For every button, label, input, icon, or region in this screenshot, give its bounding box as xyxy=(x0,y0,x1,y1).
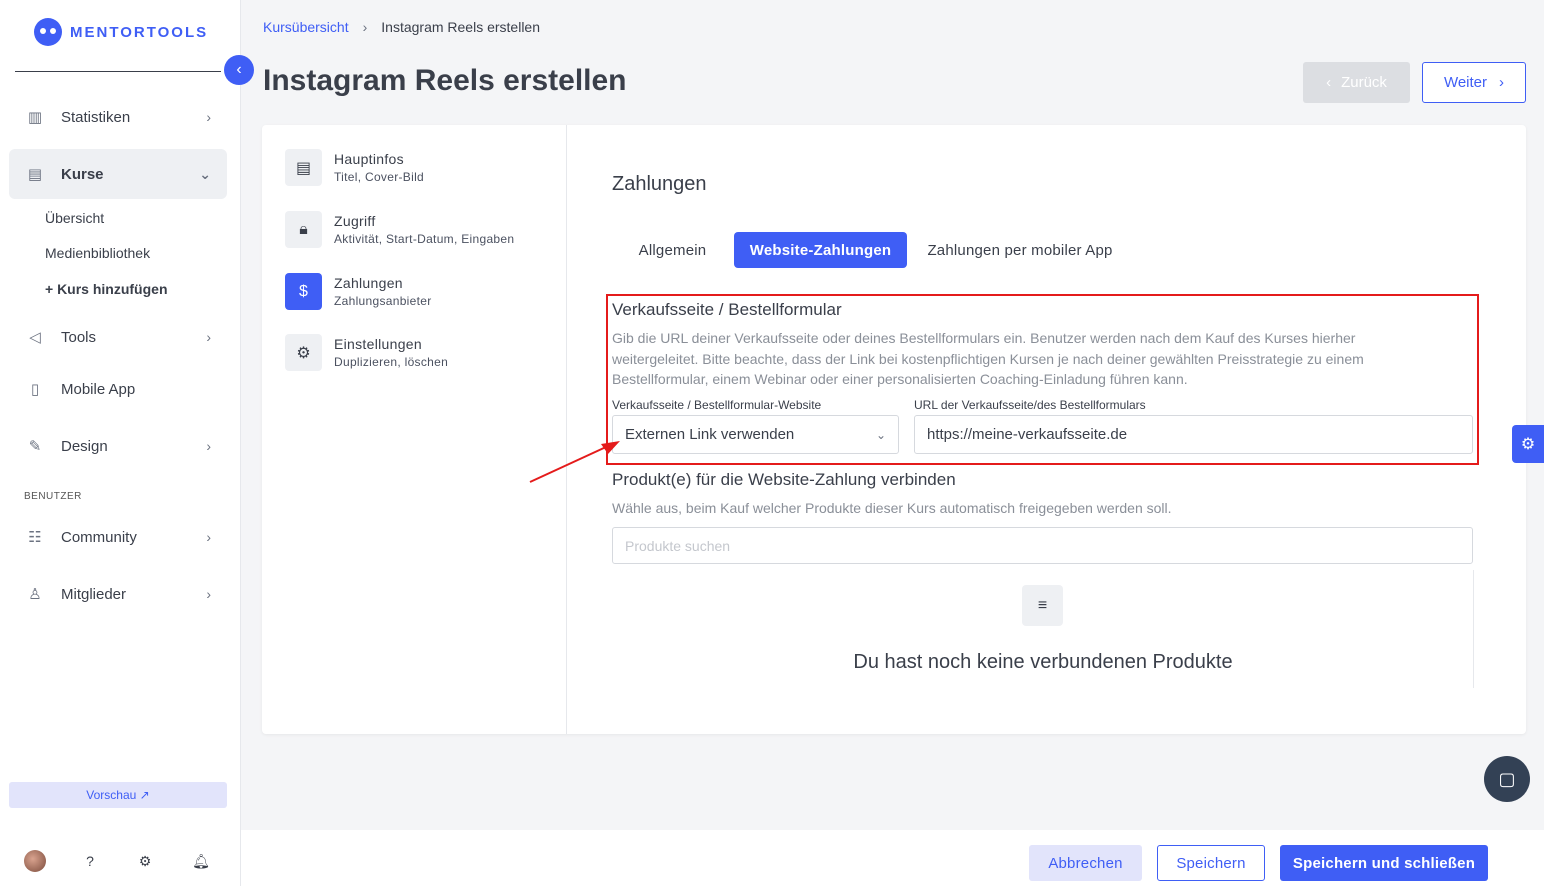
lock-icon: 🔒︎ xyxy=(285,211,322,248)
chevron-right-icon: › xyxy=(206,529,211,545)
user-icon: ♙ xyxy=(28,586,42,603)
divider xyxy=(15,71,221,72)
step-zugriff[interactable]: 🔒︎ Zugriff Aktivität, Start-Datum, Einga… xyxy=(285,211,514,248)
step-einstellungen[interactable]: ⚙ Einstellungen Duplizieren, löschen xyxy=(285,334,448,371)
chevron-right-icon: › xyxy=(1499,74,1505,91)
products-search-input[interactable]: Produkte suchen xyxy=(612,527,1473,564)
step-title: Einstellungen xyxy=(334,336,422,352)
sales-page-url-label: URL der Verkaufsseite/des Bestellformula… xyxy=(914,398,1146,412)
sidebar-item-label: Mobile App xyxy=(61,380,136,398)
sidebar-item-label: Tools xyxy=(61,328,97,346)
chevron-down-icon: ⌄ xyxy=(875,427,886,442)
sales-page-heading: Verkaufsseite / Bestellformular xyxy=(612,300,842,319)
next-button[interactable]: Weiter › xyxy=(1422,62,1526,103)
chevron-right-icon: › xyxy=(206,109,211,125)
sidebar: MENTORTOOLS ▥ Statistiken › ▤ Kurse ⌄ Üb… xyxy=(0,0,241,886)
chevron-right-icon: › xyxy=(206,438,211,454)
step-title: Zugriff xyxy=(334,213,376,229)
sidebar-subitem-kurs-hinzufuegen[interactable]: + Kurs hinzufügen xyxy=(45,281,168,297)
sidebar-item-label: Statistiken xyxy=(61,108,131,126)
chevron-right-icon: › xyxy=(206,586,211,602)
sidebar-item-label: Design xyxy=(61,437,108,455)
products-description: Wähle aus, beim Kauf welcher Produkte di… xyxy=(612,500,1172,516)
breadcrumb-parent[interactable]: Kursübersicht xyxy=(263,19,349,35)
dollar-icon: $ xyxy=(285,273,322,310)
phone-icon: ▯ xyxy=(30,381,40,398)
sales-page-url-input[interactable]: https://meine-verkaufsseite.de xyxy=(914,415,1473,454)
logo[interactable]: MENTORTOOLS xyxy=(34,18,208,46)
step-subtitle: Titel, Cover-Bild xyxy=(334,170,425,184)
bar-chart-icon: ▥ xyxy=(27,109,43,126)
save-button[interactable]: Speichern xyxy=(1157,845,1265,881)
back-button[interactable]: ‹ Zurück xyxy=(1303,62,1410,103)
chevron-down-icon: ⌄ xyxy=(199,165,211,182)
sales-page-select[interactable]: Externen Link verwenden ⌄ xyxy=(612,415,899,454)
sidebar-item-label: Mitglieder xyxy=(61,585,127,603)
next-button-label: Weiter xyxy=(1443,74,1488,91)
sidebar-subitem-uebersicht[interactable]: Übersicht xyxy=(45,210,104,226)
section-title: Zahlungen xyxy=(612,173,707,195)
logo-text: MENTORTOOLS xyxy=(70,23,209,41)
tab-zahlungen-mobile-app[interactable]: Zahlungen per mobiler App xyxy=(916,232,1124,268)
help-icon[interactable]: ? xyxy=(79,850,101,872)
megaphone-icon: ◁ xyxy=(29,329,41,346)
step-title: Zahlungen xyxy=(334,275,403,291)
sidebar-item-tools[interactable]: ◁ Tools › xyxy=(9,312,227,362)
chat-button[interactable]: ▢ xyxy=(1484,756,1530,802)
step-zahlungen[interactable]: $ Zahlungen Zahlungsanbieter xyxy=(285,273,432,310)
breadcrumb-current: Instagram Reels erstellen xyxy=(381,19,541,35)
sidebar-item-kurse[interactable]: ▤ Kurse ⌄ xyxy=(9,149,227,199)
sidebar-item-design[interactable]: ✎ Design › xyxy=(9,421,227,471)
sidebar-item-community[interactable]: ☷ Community › xyxy=(9,512,227,562)
book-icon: ▤ xyxy=(285,149,322,186)
breadcrumb: Kursübersicht › Instagram Reels erstelle… xyxy=(263,19,540,35)
step-subtitle: Aktivität, Start-Datum, Eingaben xyxy=(334,232,515,246)
tab-website-zahlungen[interactable]: Website-Zahlungen xyxy=(734,232,907,268)
step-subtitle: Duplizieren, löschen xyxy=(334,355,449,369)
step-hauptinfos[interactable]: ▤ Hauptinfos Titel, Cover-Bild xyxy=(285,149,424,186)
pen-icon: ✎ xyxy=(28,438,42,455)
section-label: BENUTZER xyxy=(24,491,82,502)
database-icon: ≡ xyxy=(1022,585,1063,626)
chat-icon: ▢ xyxy=(1498,768,1516,789)
chevron-right-icon: › xyxy=(206,329,211,345)
empty-state-text: Du hast noch keine verbundenen Produkte xyxy=(853,651,1233,673)
sales-page-select-label: Verkaufsseite / Bestellformular-Website xyxy=(612,398,822,412)
products-heading: Produkt(e) für die Website-Zahlung verbi… xyxy=(612,470,956,489)
logo-icon xyxy=(34,18,62,46)
gear-icon: ⚙ xyxy=(1520,436,1536,453)
sidebar-item-label: Community xyxy=(61,528,137,546)
sidebar-footer: ? ⚙ 🔔︎ xyxy=(24,850,224,874)
step-subtitle: Zahlungsanbieter xyxy=(334,294,432,308)
divider xyxy=(566,125,567,734)
collapse-sidebar-button[interactable]: ‹ xyxy=(224,55,254,85)
select-value: Externen Link verwenden xyxy=(625,426,795,443)
sidebar-item-mitglieder[interactable]: ♙ Mitglieder › xyxy=(9,569,227,619)
sidebar-subitem-medienbibliothek[interactable]: Medienbibliothek xyxy=(45,245,150,261)
chevron-left-icon: ‹ xyxy=(1326,74,1332,91)
sales-page-description: Gib die URL deiner Verkaufsseite oder de… xyxy=(612,330,1364,387)
chevron-right-icon: › xyxy=(362,19,368,35)
page-title: Instagram Reels erstellen xyxy=(263,64,627,97)
sidebar-item-mobile-app[interactable]: ▯ Mobile App xyxy=(9,364,227,414)
bell-icon[interactable]: 🔔︎ xyxy=(190,850,212,872)
settings-tab-button[interactable]: ⚙ xyxy=(1512,425,1544,463)
save-and-close-button[interactable]: Speichern und schließen xyxy=(1280,845,1488,881)
document-icon: ▤ xyxy=(27,166,43,183)
preview-button[interactable]: Vorschau ↗ xyxy=(9,782,227,808)
sidebar-item-label: Kurse xyxy=(61,165,104,183)
gear-icon[interactable]: ⚙ xyxy=(134,850,156,872)
cancel-button[interactable]: Abbrechen xyxy=(1029,845,1142,881)
people-icon: ☷ xyxy=(28,529,42,546)
tab-allgemein[interactable]: Allgemein xyxy=(620,232,725,268)
sidebar-item-statistiken[interactable]: ▥ Statistiken › xyxy=(9,92,227,142)
avatar[interactable] xyxy=(24,850,46,872)
step-title: Hauptinfos xyxy=(334,151,404,167)
back-button-label: Zurück xyxy=(1341,74,1387,91)
gear-icon: ⚙ xyxy=(285,334,322,371)
